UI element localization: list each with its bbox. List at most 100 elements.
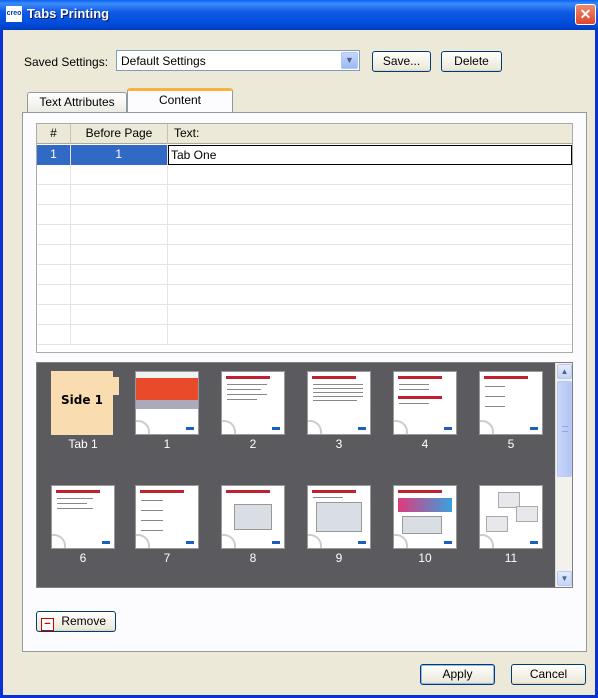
page-thumbnail[interactable]: 2: [221, 371, 285, 451]
table-row[interactable]: 1 1 Tab One: [37, 145, 572, 165]
page-thumbnail[interactable]: 5: [479, 371, 543, 451]
page-thumbnail[interactable]: 9: [307, 485, 371, 565]
apply-button[interactable]: Apply: [420, 664, 495, 685]
page-footer-logo: [358, 427, 366, 430]
vertical-scrollbar[interactable]: ▲ ▼: [555, 363, 572, 587]
table-row-empty[interactable]: [37, 185, 572, 205]
text-line: [399, 384, 429, 385]
screenshot-figure: [234, 504, 272, 530]
text-line: [485, 396, 505, 397]
page-thumbnail[interactable]: 6: [51, 485, 115, 565]
screenshot-figure: [516, 506, 538, 522]
row-before-page[interactable]: 1: [71, 145, 168, 165]
remove-button[interactable]: − Remove: [36, 611, 116, 632]
page-decoration: [480, 420, 494, 434]
cancel-button[interactable]: Cancel: [511, 664, 586, 685]
page-footer-logo: [358, 541, 366, 544]
scrollbar-thumb[interactable]: [557, 381, 572, 477]
delete-button[interactable]: Delete: [441, 51, 502, 72]
page-header-bar: [312, 490, 356, 493]
page-decoration: [308, 534, 322, 548]
tab-card: Side 1: [51, 371, 119, 435]
page-footer-logo: [272, 541, 280, 544]
text-line: [227, 384, 267, 385]
empty-cell: [71, 205, 168, 225]
text-line: [141, 520, 163, 521]
page-preview: [221, 371, 285, 435]
remove-label: Remove: [61, 614, 107, 628]
chevron-down-icon[interactable]: ▼: [341, 52, 358, 69]
table-row-empty[interactable]: [37, 205, 572, 225]
table-row-empty[interactable]: [37, 325, 572, 345]
table-row-empty[interactable]: [37, 165, 572, 185]
scroll-down-button[interactable]: ▼: [557, 571, 572, 586]
empty-cell: [71, 225, 168, 245]
saved-settings-dropdown[interactable]: Default Settings ▼: [116, 50, 360, 71]
grip-icon: [562, 426, 568, 432]
page-decoration: [136, 534, 150, 548]
text-line: [399, 389, 429, 390]
close-button[interactable]: ✕: [575, 4, 596, 25]
thumbnail-label: 9: [335, 551, 343, 565]
tab-thumbnail[interactable]: Side 1 Tab 1: [51, 371, 119, 451]
page-preview: [221, 485, 285, 549]
empty-cell: [37, 325, 71, 345]
page-header-bar: [140, 490, 184, 493]
page-header-bar: [312, 376, 356, 379]
empty-cell: [71, 325, 168, 345]
table-row-empty[interactable]: [37, 285, 572, 305]
empty-cell: [71, 245, 168, 265]
empty-cell: [37, 285, 71, 305]
page-header-bar: [398, 396, 442, 399]
save-button[interactable]: Save...: [372, 51, 431, 72]
text-line: [313, 400, 357, 401]
column-header-before-page[interactable]: Before Page: [71, 124, 168, 144]
table-row-empty[interactable]: [37, 265, 572, 285]
page-footer-logo: [272, 427, 280, 430]
page-thumbnail[interactable]: 3: [307, 371, 371, 451]
table-row-empty[interactable]: [37, 225, 572, 245]
page-decoration: [222, 420, 236, 434]
empty-cell: [37, 165, 71, 185]
page-preview: [51, 485, 115, 549]
page-thumbnail[interactable]: 7: [135, 485, 199, 565]
text-line: [227, 394, 267, 395]
page-header-bar: [56, 490, 100, 493]
tab-text-attributes[interactable]: Text Attributes: [27, 92, 127, 112]
row-number: 1: [37, 145, 71, 165]
close-icon: ✕: [579, 6, 592, 22]
page-thumbnail[interactable]: 4: [393, 371, 457, 451]
page-thumbnail[interactable]: 1: [135, 371, 199, 451]
text-line: [313, 396, 363, 397]
tab-card-text: Side 1: [60, 393, 103, 407]
thumbnail-label: 4: [421, 437, 429, 451]
thumbnail-label: 7: [163, 551, 171, 565]
page-thumbnail[interactable]: 8: [221, 485, 285, 565]
column-header-text[interactable]: Text:: [168, 124, 572, 144]
table-row-empty[interactable]: [37, 245, 572, 265]
scroll-up-button[interactable]: ▲: [557, 364, 572, 379]
empty-cell: [37, 265, 71, 285]
text-line: [141, 510, 163, 511]
screenshot-figure: [316, 502, 362, 532]
page-preview: [393, 485, 457, 549]
empty-cell: [37, 225, 71, 245]
text-line: [57, 503, 87, 504]
thumbnail-label: 11: [504, 551, 518, 565]
page-footer-logo: [530, 427, 538, 430]
page-thumbnail[interactable]: 11: [479, 485, 543, 565]
tab-content[interactable]: Content: [127, 88, 233, 112]
page-preview: [135, 485, 199, 549]
text-line: [313, 388, 363, 389]
text-line: [485, 406, 505, 407]
table-row-empty[interactable]: [37, 305, 572, 325]
page-preview: [479, 371, 543, 435]
column-header-number[interactable]: #: [37, 124, 71, 144]
page-header-bar: [226, 490, 270, 493]
title-bar[interactable]: creo Tabs Printing ✕: [0, 0, 598, 30]
row-text-field[interactable]: Tab One: [168, 145, 572, 165]
page-decoration: [136, 420, 150, 434]
page-thumbnail[interactable]: 10: [393, 485, 457, 565]
saved-settings-label: Saved Settings:: [24, 55, 109, 69]
color-figure: [398, 498, 452, 512]
